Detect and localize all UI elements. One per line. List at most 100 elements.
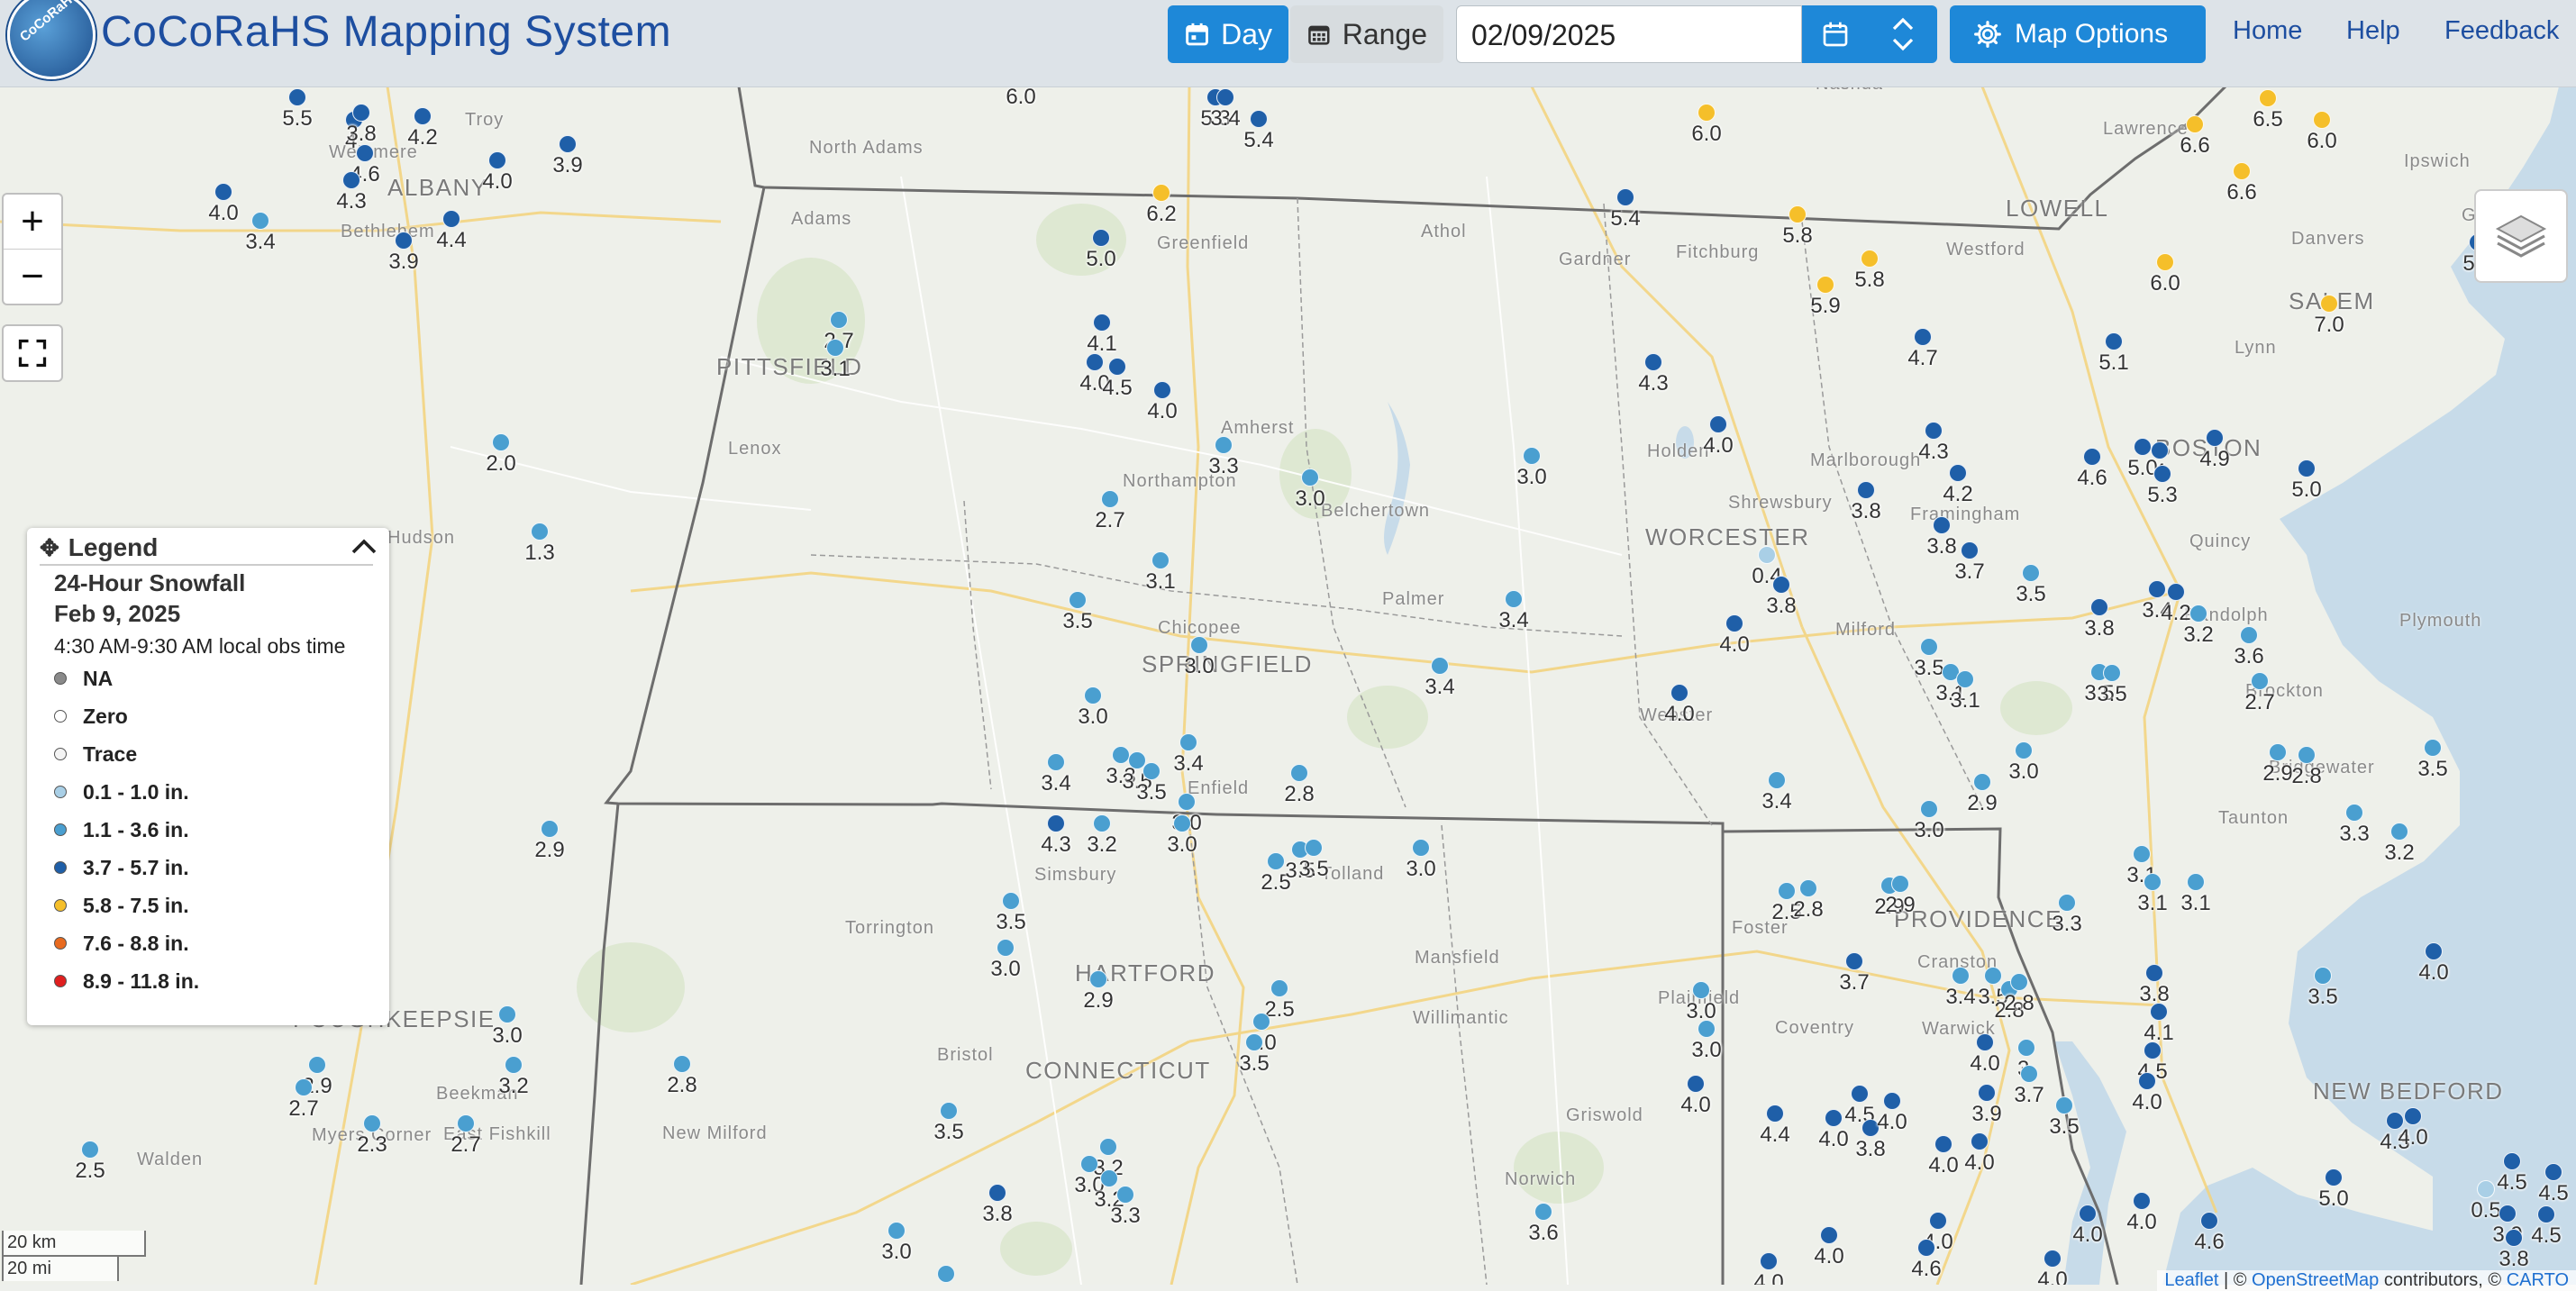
station-marker[interactable]: [1523, 447, 1541, 465]
station-marker[interactable]: [2298, 746, 2316, 764]
station-marker[interactable]: [2010, 973, 2028, 991]
station-marker[interactable]: [541, 820, 559, 838]
station-marker[interactable]: [288, 88, 306, 106]
station-marker[interactable]: [442, 210, 460, 228]
station-marker[interactable]: [673, 1055, 691, 1073]
station-marker[interactable]: [2151, 441, 2169, 459]
station-marker[interactable]: [1047, 814, 1065, 832]
station-marker[interactable]: [1709, 415, 1727, 433]
station-marker[interactable]: [352, 104, 370, 122]
station-marker[interactable]: [988, 1184, 1006, 1202]
station-marker[interactable]: [2017, 1039, 2035, 1057]
station-marker[interactable]: [1108, 358, 1126, 376]
station-marker[interactable]: [2134, 438, 2152, 456]
station-marker[interactable]: [1670, 684, 1689, 702]
station-marker[interactable]: [1799, 879, 1817, 897]
station-marker[interactable]: [2103, 664, 2121, 682]
station-marker[interactable]: [2320, 295, 2338, 313]
station-marker[interactable]: [1978, 1084, 1996, 1102]
station-marker[interactable]: [1412, 839, 1430, 857]
station-marker[interactable]: [1768, 771, 1786, 789]
station-marker[interactable]: [505, 1056, 523, 1074]
station-marker[interactable]: [414, 107, 432, 125]
station-marker[interactable]: [2187, 873, 2205, 891]
station-marker[interactable]: [1698, 104, 1716, 122]
station-marker[interactable]: [1084, 686, 1102, 705]
station-marker[interactable]: [2133, 1192, 2151, 1210]
station-marker[interactable]: [1215, 436, 1233, 454]
station-marker[interactable]: [1772, 576, 1790, 594]
nav-help-link[interactable]: Help: [2346, 16, 2400, 46]
station-marker[interactable]: [492, 433, 510, 451]
station-marker[interactable]: [1816, 276, 1834, 294]
station-marker[interactable]: [2425, 942, 2443, 960]
station-marker[interactable]: [2325, 1168, 2343, 1186]
station-marker[interactable]: [2105, 332, 2123, 350]
station-marker[interactable]: [1086, 353, 1104, 371]
station-marker[interactable]: [1101, 490, 1119, 508]
station-marker[interactable]: [1971, 1132, 1989, 1150]
station-marker[interactable]: [214, 183, 232, 201]
station-marker[interactable]: [2083, 448, 2101, 466]
station-marker[interactable]: [2150, 1003, 2168, 1021]
station-marker[interactable]: [1178, 793, 1196, 811]
station-marker[interactable]: [2240, 626, 2258, 644]
station-marker[interactable]: [1305, 839, 1323, 857]
station-marker[interactable]: [2505, 1229, 2523, 1247]
station-marker[interactable]: [1216, 88, 1234, 106]
station-marker[interactable]: [2313, 111, 2331, 129]
station-marker[interactable]: [559, 135, 577, 153]
station-marker[interactable]: [1069, 591, 1087, 609]
station-marker[interactable]: [308, 1056, 326, 1074]
station-marker[interactable]: [2020, 1065, 2038, 1083]
station-marker[interactable]: [1245, 1033, 1263, 1051]
leaflet-link[interactable]: Leaflet: [2164, 1270, 2218, 1290]
station-marker[interactable]: [2148, 580, 2166, 598]
chevron-up-icon[interactable]: [348, 532, 380, 562]
station-marker[interactable]: [2189, 605, 2207, 623]
station-marker[interactable]: [1431, 657, 1449, 675]
station-marker[interactable]: [1179, 733, 1197, 751]
day-mode-button[interactable]: Day: [1168, 5, 1288, 63]
station-marker[interactable]: [1116, 1186, 1134, 1204]
station-marker[interactable]: [1891, 875, 1909, 893]
station-marker[interactable]: [1725, 614, 1743, 632]
station-marker[interactable]: [1698, 1020, 1716, 1038]
station-marker[interactable]: [2345, 804, 2363, 822]
map-canvas[interactable]: SCHENECTADYHalfmoonTroyWestmereALBANYBet…: [0, 86, 2576, 1285]
station-marker[interactable]: [2477, 1180, 2495, 1198]
station-marker[interactable]: [1789, 205, 1807, 223]
station-marker[interactable]: [1920, 800, 1938, 818]
nav-home-link[interactable]: Home: [2233, 16, 2302, 46]
station-marker[interactable]: [1692, 981, 1710, 999]
station-marker[interactable]: [1093, 314, 1111, 332]
layers-button[interactable]: [2474, 189, 2568, 283]
station-marker[interactable]: [1984, 967, 2002, 985]
station-marker[interactable]: [1956, 670, 1974, 688]
station-marker[interactable]: [2079, 1205, 2097, 1223]
station-marker[interactable]: [1760, 1252, 1778, 1270]
station-marker[interactable]: [2233, 162, 2251, 180]
station-marker[interactable]: [937, 1265, 955, 1283]
station-marker[interactable]: [2144, 873, 2162, 891]
station-marker[interactable]: [2259, 89, 2277, 107]
station-marker[interactable]: [1857, 481, 1875, 499]
station-marker[interactable]: [2424, 739, 2442, 757]
station-marker[interactable]: [1914, 328, 1932, 346]
station-marker[interactable]: [498, 1005, 516, 1023]
calendar-picker-button[interactable]: [1802, 5, 1870, 63]
station-marker[interactable]: [81, 1141, 99, 1159]
station-marker[interactable]: [1929, 1212, 1947, 1230]
station-marker[interactable]: [1920, 638, 1938, 656]
range-mode-button[interactable]: Range: [1290, 5, 1443, 63]
station-marker[interactable]: [2167, 583, 2185, 601]
station-marker[interactable]: [251, 212, 269, 230]
station-marker[interactable]: [2055, 1096, 2073, 1114]
station-marker[interactable]: [2537, 1205, 2555, 1223]
station-marker[interactable]: [2186, 115, 2204, 133]
station-marker[interactable]: [2156, 253, 2174, 271]
zoom-out-button[interactable]: −: [4, 249, 61, 304]
station-marker[interactable]: [2390, 823, 2408, 841]
station-marker[interactable]: [1952, 967, 1970, 985]
station-marker[interactable]: [887, 1222, 906, 1240]
